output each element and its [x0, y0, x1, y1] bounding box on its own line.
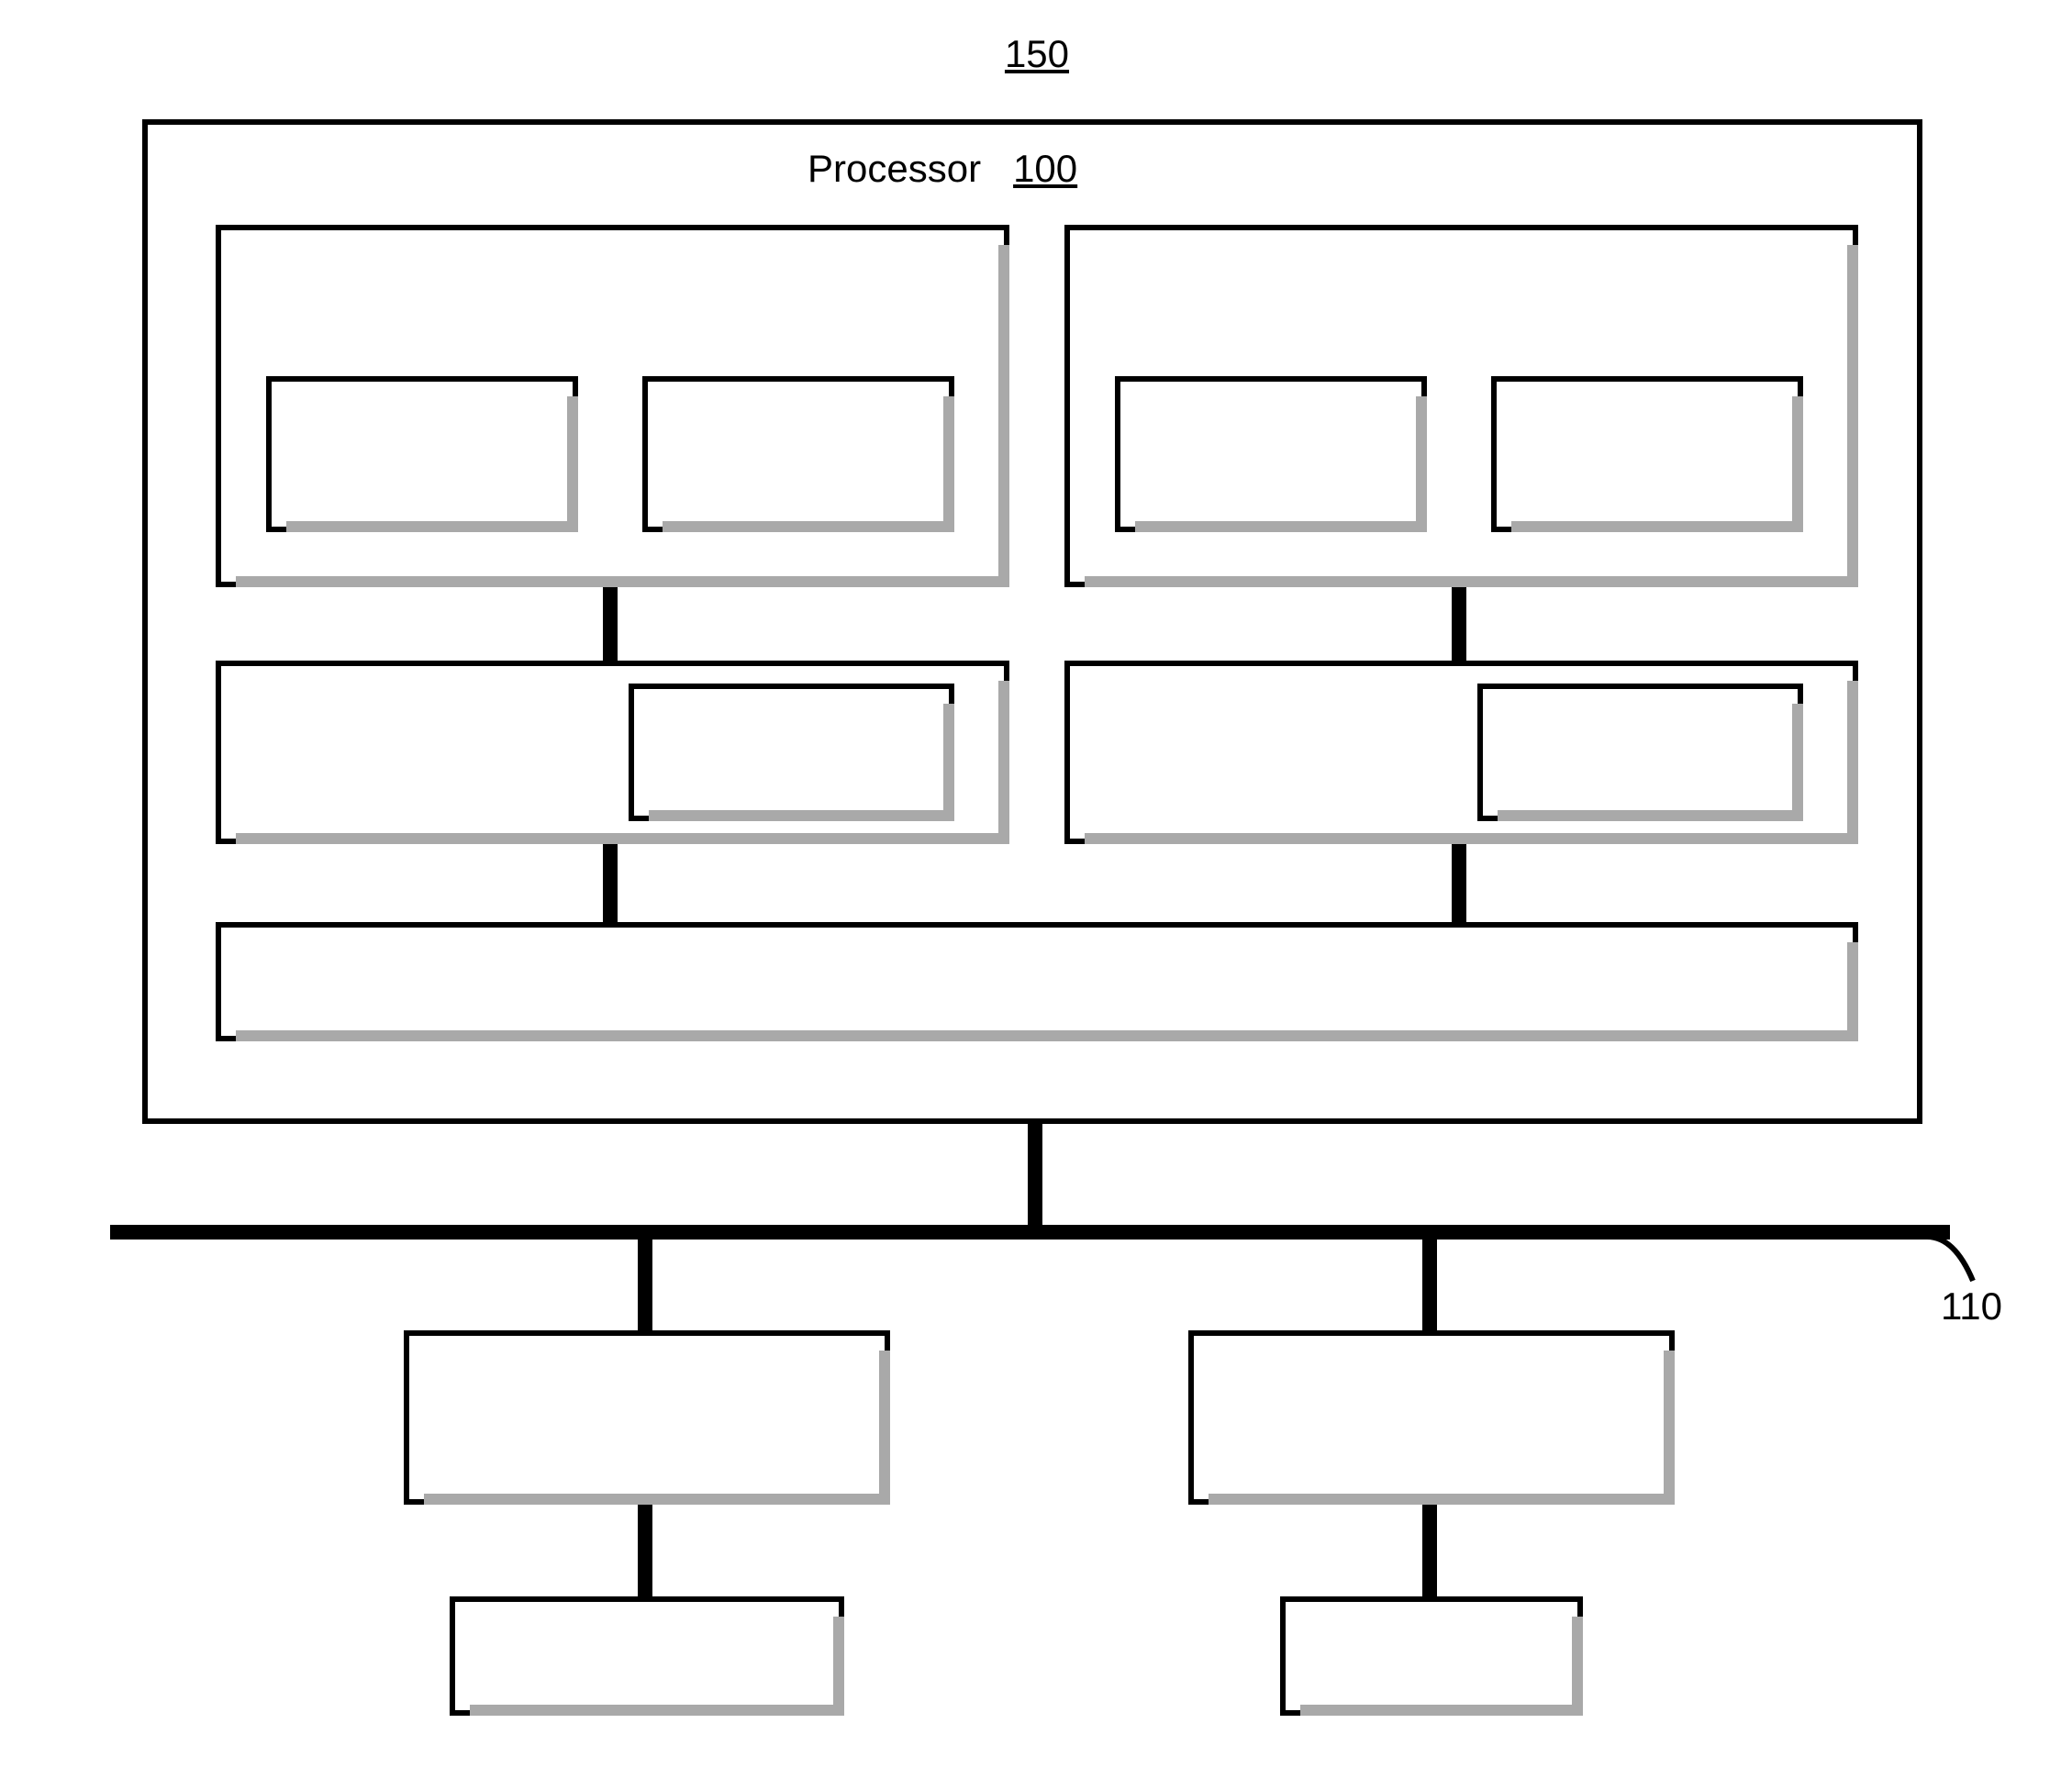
sqp-a-box [629, 684, 954, 821]
dcache-a-box [642, 376, 954, 532]
connector-proc-bus [1028, 1124, 1042, 1225]
processor-ref: 100 [1013, 147, 1077, 190]
system-ref: 150 [964, 32, 1110, 76]
connector-memctrl-mem [638, 1505, 652, 1596]
io-box [1280, 1596, 1583, 1716]
connector-coreB-sq [1452, 587, 1466, 661]
icache-b-box [1115, 376, 1427, 532]
connector-sqA-l2 [603, 844, 618, 922]
memory-box [450, 1596, 844, 1716]
connector-bus-memctrl [638, 1225, 652, 1330]
l2-box [216, 922, 1858, 1041]
processor-text: Processor [808, 147, 981, 190]
connector-ioctrl-io [1422, 1505, 1437, 1596]
dcache-b-box [1491, 376, 1803, 532]
connector-bus-ioctrl [1422, 1225, 1437, 1330]
connector-sqB-l2 [1452, 844, 1466, 922]
ioctrl-box [1188, 1330, 1675, 1505]
bus-line [110, 1225, 1950, 1240]
icache-a-box [266, 376, 578, 532]
processor-label: Processor 100 [808, 147, 1077, 191]
sqp-b-box [1477, 684, 1803, 821]
bus-ref: 110 [1941, 1284, 2002, 1329]
memctrl-box [404, 1330, 890, 1505]
connector-coreA-sq [603, 587, 618, 661]
